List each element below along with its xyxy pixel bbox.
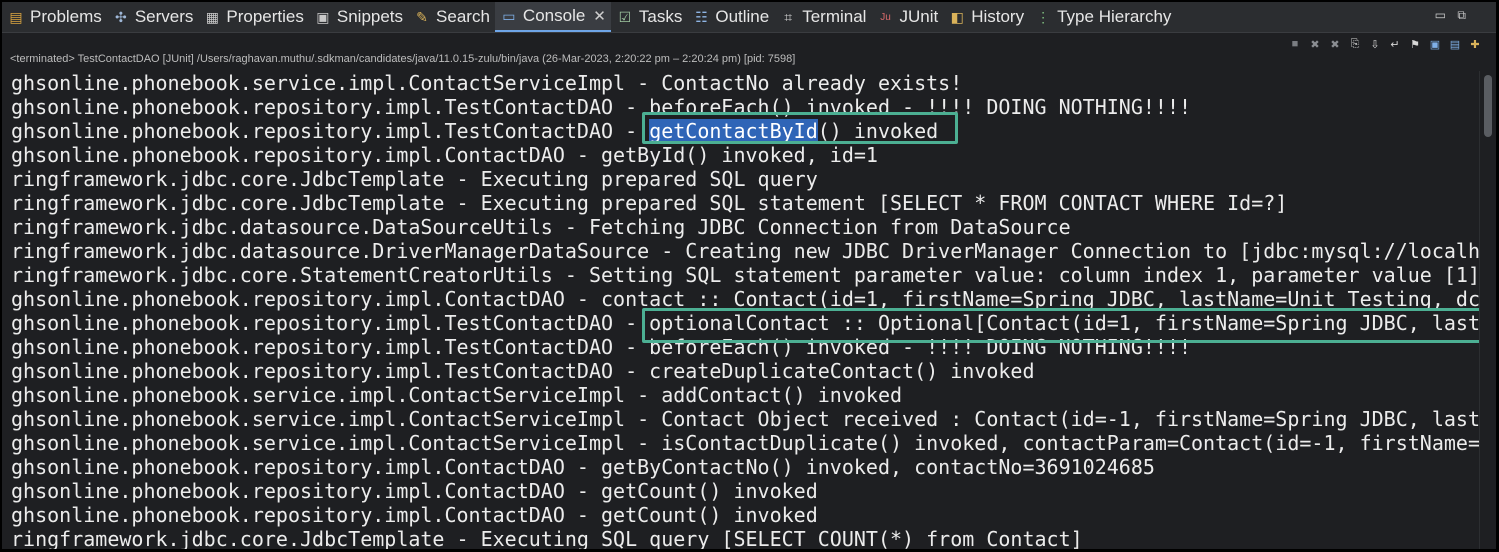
console-line-text: ghsonline.phonebook.service.impl.Contact…: [11, 71, 963, 95]
console-line-text: ghsonline.phonebook.repository.impl.Test…: [11, 119, 650, 143]
console-line-text: ringframework.jdbc.core.StatementCreator…: [11, 263, 1480, 287]
console-line: ghsonline.phonebook.repository.impl.Cont…: [2, 503, 1480, 527]
tab-outline[interactable]: ☷ Outline: [687, 2, 774, 32]
console-line: ghsonline.phonebook.repository.impl.Test…: [2, 335, 1480, 359]
tab-label: Problems: [30, 7, 102, 26]
console-line: ringframework.jdbc.core.JdbcTemplate - E…: [2, 167, 1480, 191]
console-line-text: ghsonline.phonebook.service.impl.Contact…: [11, 407, 1480, 431]
remove-all-icon[interactable]: ✖: [1328, 37, 1342, 51]
open-console-icon[interactable]: ▤: [1448, 37, 1462, 51]
minimize-icon[interactable]: ▭: [1435, 8, 1446, 22]
properties-icon: ▦: [205, 8, 219, 25]
tab-label: Properties: [226, 7, 304, 26]
console-line-text: ghsonline.phonebook.repository.impl.Cont…: [11, 479, 818, 503]
terminal-icon: ⌗: [784, 8, 793, 25]
tab-label: Snippets: [336, 7, 404, 26]
console-view: ▤ Problems ✣ Servers ▦ Properties ▣ Snippets ✎ Se…: [2, 2, 1496, 549]
tab-label: Type Hierarchy: [1057, 7, 1172, 26]
tab-tasks[interactable]: ☑ Tasks: [611, 2, 687, 32]
tab-label: Tasks: [638, 7, 683, 26]
type-hierarchy-icon: ⋮: [1036, 8, 1051, 25]
console-line-text: ghsonline.phonebook.repository.impl.Cont…: [11, 455, 1155, 479]
launch-status: <terminated> TestContactDAO [JUnit] /Use…: [10, 53, 796, 65]
tab-history[interactable]: ◧ History: [943, 2, 1029, 32]
tab-search[interactable]: ✎ Search: [408, 2, 495, 32]
console-toolbar: ■ ✖ ✖ ⎘ ⇩ ↵ ⚑ ▣ ▤ ✚: [1288, 35, 1482, 53]
console-line: ghsonline.phonebook.service.impl.Contact…: [2, 431, 1480, 455]
selected-text: getContactById: [649, 119, 818, 143]
history-icon: ◧: [950, 8, 964, 25]
search-icon: ✎: [416, 8, 428, 25]
pin-console-icon[interactable]: ⚑: [1408, 37, 1422, 51]
console-line: ghsonline.phonebook.service.impl.Contact…: [2, 71, 1480, 95]
remove-launch-icon[interactable]: ✖: [1308, 37, 1322, 51]
console-line: ringframework.jdbc.core.StatementCreator…: [2, 263, 1480, 287]
tab-label: History: [971, 7, 1025, 26]
console-icon: ▭: [502, 7, 516, 24]
tab-label: Servers: [134, 7, 194, 26]
console-line-text: ringframework.jdbc.datasource.DriverMana…: [11, 239, 1480, 263]
terminate-icon[interactable]: ■: [1288, 37, 1302, 51]
tab-snippets[interactable]: ▣ Snippets: [309, 2, 408, 32]
maximize-icon[interactable]: ⧉: [1457, 8, 1466, 23]
view-tab-bar: ▤ Problems ✣ Servers ▦ Properties ▣ Snippets ✎ Se…: [2, 2, 1496, 33]
tab-problems[interactable]: ▤ Problems: [2, 2, 107, 32]
console-line-text: ringframework.jdbc.datasource.DataSource…: [11, 215, 1071, 239]
console-line: ghsonline.phonebook.service.impl.Contact…: [2, 407, 1480, 431]
console-line: ringframework.jdbc.datasource.DriverMana…: [2, 239, 1480, 263]
tab-type-hierarchy[interactable]: ⋮ Type Hierarchy: [1029, 2, 1176, 32]
console-line-text: ringframework.jdbc.core.JdbcTemplate - E…: [11, 527, 1083, 549]
console-line-text: ghsonline.phonebook.repository.impl.Cont…: [11, 143, 878, 167]
console-line: ghsonline.phonebook.service.impl.Contact…: [2, 383, 1480, 407]
problems-icon: ▤: [9, 8, 23, 25]
servers-icon: ✣: [114, 8, 127, 25]
new-console-icon[interactable]: ✚: [1468, 37, 1482, 51]
scrollbar-thumb[interactable]: [1484, 75, 1492, 137]
console-line-text: ghsonline.phonebook.repository.impl.Test…: [11, 95, 1192, 119]
scroll-lock-icon[interactable]: ⇩: [1368, 37, 1382, 51]
tab-label: Console: [522, 6, 586, 25]
word-wrap-icon[interactable]: ↵: [1388, 37, 1402, 51]
copy-icon[interactable]: ⎘: [1348, 37, 1362, 51]
tab-properties[interactable]: ▦ Properties: [198, 2, 308, 32]
console-line: ringframework.jdbc.core.JdbcTemplate - E…: [2, 191, 1480, 215]
console-line-text: ghsonline.phonebook.repository.impl.Cont…: [11, 503, 818, 527]
console-line-text: ghsonline.phonebook.repository.impl.Cont…: [11, 287, 1480, 311]
display-selected-icon[interactable]: ▣: [1428, 37, 1442, 51]
console-line: ghsonline.phonebook.repository.impl.Test…: [2, 95, 1480, 119]
tab-junit[interactable]: Ju JUnit: [871, 2, 943, 32]
tasks-icon: ☑: [618, 8, 632, 25]
tab-label: Search: [436, 7, 490, 26]
console-line-text: ghsonline.phonebook.service.impl.Contact…: [11, 383, 903, 407]
console-line: ghsonline.phonebook.repository.impl.Test…: [2, 359, 1480, 383]
close-icon[interactable]: ✕: [593, 7, 606, 25]
console-line: ghsonline.phonebook.repository.impl.Cont…: [2, 143, 1480, 167]
console-line-text: ghsonline.phonebook.service.impl.Contact…: [11, 431, 1480, 455]
console-line-text: ghsonline.phonebook.repository.impl.Test…: [11, 311, 1480, 335]
console-line-text: ghsonline.phonebook.repository.impl.Test…: [11, 359, 1035, 383]
console-line-text: ringframework.jdbc.core.JdbcTemplate - E…: [11, 167, 818, 191]
console-line: ghsonline.phonebook.repository.impl.Cont…: [2, 287, 1480, 311]
console-line-text-tail: () invoked: [817, 119, 939, 143]
tab-terminal[interactable]: ⌗ Terminal: [774, 2, 871, 32]
console-line: ghsonline.phonebook.repository.impl.Test…: [2, 119, 1480, 143]
outline-icon: ☷: [695, 8, 708, 25]
junit-icon: Ju: [880, 11, 891, 23]
console-line-text: ringframework.jdbc.core.JdbcTemplate - E…: [11, 191, 1288, 215]
console-line: ghsonline.phonebook.repository.impl.Cont…: [2, 455, 1480, 479]
console-line-text: ghsonline.phonebook.repository.impl.Test…: [11, 335, 1192, 359]
console-output[interactable]: ghsonline.phonebook.service.impl.Contact…: [2, 71, 1480, 549]
console-line: ringframework.jdbc.datasource.DataSource…: [2, 215, 1480, 239]
vertical-scrollbar[interactable]: [1479, 71, 1496, 549]
tab-label: Terminal: [802, 7, 867, 26]
tab-label: JUnit: [899, 7, 939, 26]
tab-label: Outline: [715, 7, 770, 26]
console-line: ghsonline.phonebook.repository.impl.Cont…: [2, 479, 1480, 503]
console-line: ghsonline.phonebook.repository.impl.Test…: [2, 311, 1480, 335]
tab-servers[interactable]: ✣ Servers: [107, 2, 199, 32]
console-line: ringframework.jdbc.core.JdbcTemplate - E…: [2, 527, 1480, 549]
tab-console[interactable]: ▭ Console ✕: [494, 2, 611, 32]
snippets-icon: ▣: [316, 8, 330, 25]
